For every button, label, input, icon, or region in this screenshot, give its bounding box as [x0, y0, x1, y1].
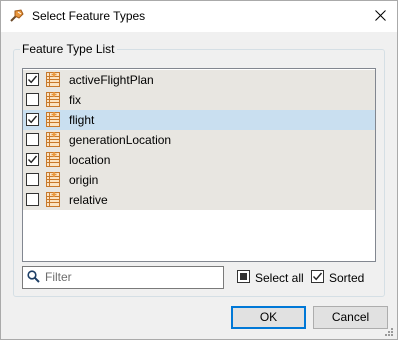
- feature-type-label: fix: [69, 93, 81, 107]
- feature-type-label: activeFlightPlan: [69, 73, 154, 87]
- feature-type-icon: [45, 191, 61, 208]
- list-item[interactable]: origin: [23, 170, 375, 190]
- check-icon: [27, 75, 38, 84]
- feature-type-label: flight: [69, 113, 95, 127]
- feature-type-label: generationLocation: [69, 133, 172, 147]
- feature-type-checkbox[interactable]: [26, 153, 39, 166]
- feature-type-checkbox[interactable]: [26, 133, 39, 146]
- select-all-label: Select all: [255, 271, 304, 285]
- ok-button[interactable]: OK: [231, 306, 306, 329]
- partial-check-icon: [237, 270, 250, 283]
- check-icon: [311, 270, 324, 283]
- list-item[interactable]: relative: [23, 190, 375, 210]
- feature-type-label: origin: [69, 173, 99, 187]
- filter-field[interactable]: [22, 266, 224, 289]
- list-item[interactable]: activeFlightPlan: [23, 70, 375, 90]
- resize-grip-icon[interactable]: [384, 326, 394, 340]
- feature-type-icon: [45, 71, 61, 88]
- close-icon: [374, 9, 386, 24]
- feature-type-icon: [45, 151, 61, 168]
- list-item[interactable]: fix: [23, 90, 375, 110]
- title-bar: Select Feature Types: [1, 1, 397, 32]
- filter-input[interactable]: [45, 269, 215, 285]
- search-icon: [27, 270, 40, 286]
- feature-type-checkbox[interactable]: [26, 193, 39, 206]
- check-icon: [27, 115, 38, 124]
- feature-type-checkbox[interactable]: [26, 73, 39, 86]
- feature-type-checkbox[interactable]: [26, 173, 39, 186]
- list-item[interactable]: generationLocation: [23, 130, 375, 150]
- feature-type-checkbox[interactable]: [26, 113, 39, 126]
- list-item[interactable]: location: [23, 150, 375, 170]
- select-feature-types-dialog: Select Feature Types Feature Type List a…: [0, 0, 398, 340]
- close-button[interactable]: [363, 1, 397, 32]
- sorted-label: Sorted: [329, 271, 365, 285]
- feature-type-checkbox[interactable]: [26, 93, 39, 106]
- feature-type-icon: [45, 91, 61, 108]
- feature-type-list[interactable]: activeFlightPlan fix flight generationLocat…: [22, 68, 376, 262]
- feature-type-label: location: [69, 153, 111, 167]
- group-label: Feature Type List: [20, 42, 117, 56]
- dialog-title: Select Feature Types: [32, 9, 146, 23]
- feature-type-label: relative: [69, 193, 108, 207]
- feature-type-icon: [45, 131, 61, 148]
- check-icon: [27, 155, 38, 164]
- feature-type-icon: [45, 171, 61, 188]
- fme-workbench-icon: [9, 8, 25, 24]
- list-item[interactable]: flight: [23, 110, 375, 130]
- cancel-button[interactable]: Cancel: [313, 306, 388, 329]
- feature-type-icon: [45, 111, 61, 128]
